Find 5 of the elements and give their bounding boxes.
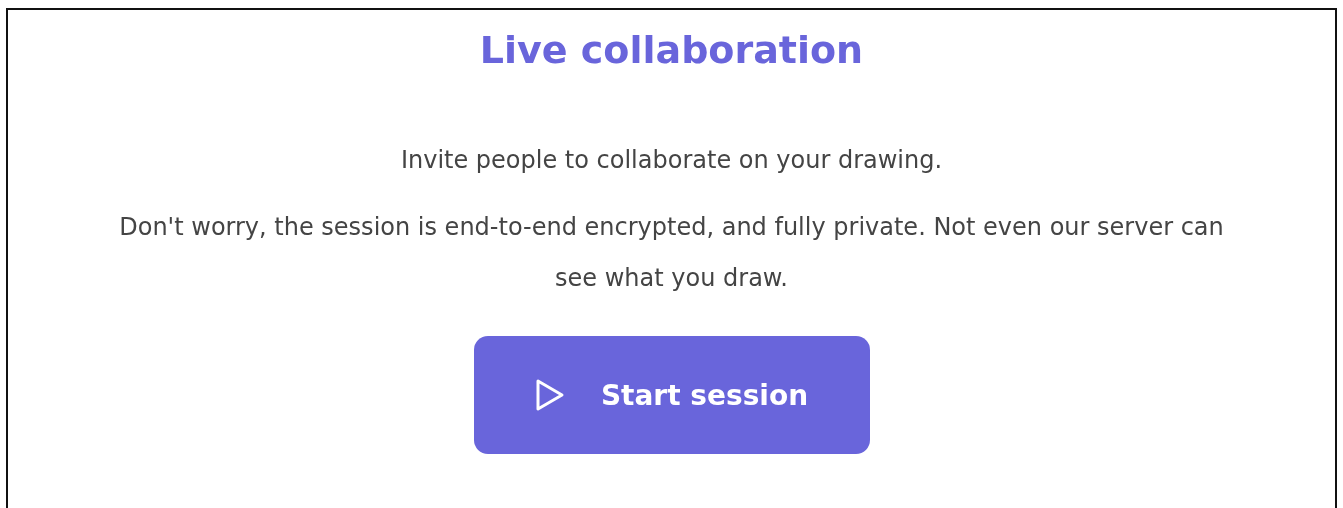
description-text: Invite people to collaborate on your drawing. bbox=[400, 145, 943, 175]
dialog-title: Live collaboration bbox=[479, 28, 864, 74]
play-icon bbox=[534, 378, 565, 413]
start-session-button[interactable]: Start session bbox=[473, 336, 870, 455]
description-text: Don't worry, the session is end-to-end encrypted, and fully private. Not even our server can see what you draw. bbox=[118, 212, 1225, 295]
